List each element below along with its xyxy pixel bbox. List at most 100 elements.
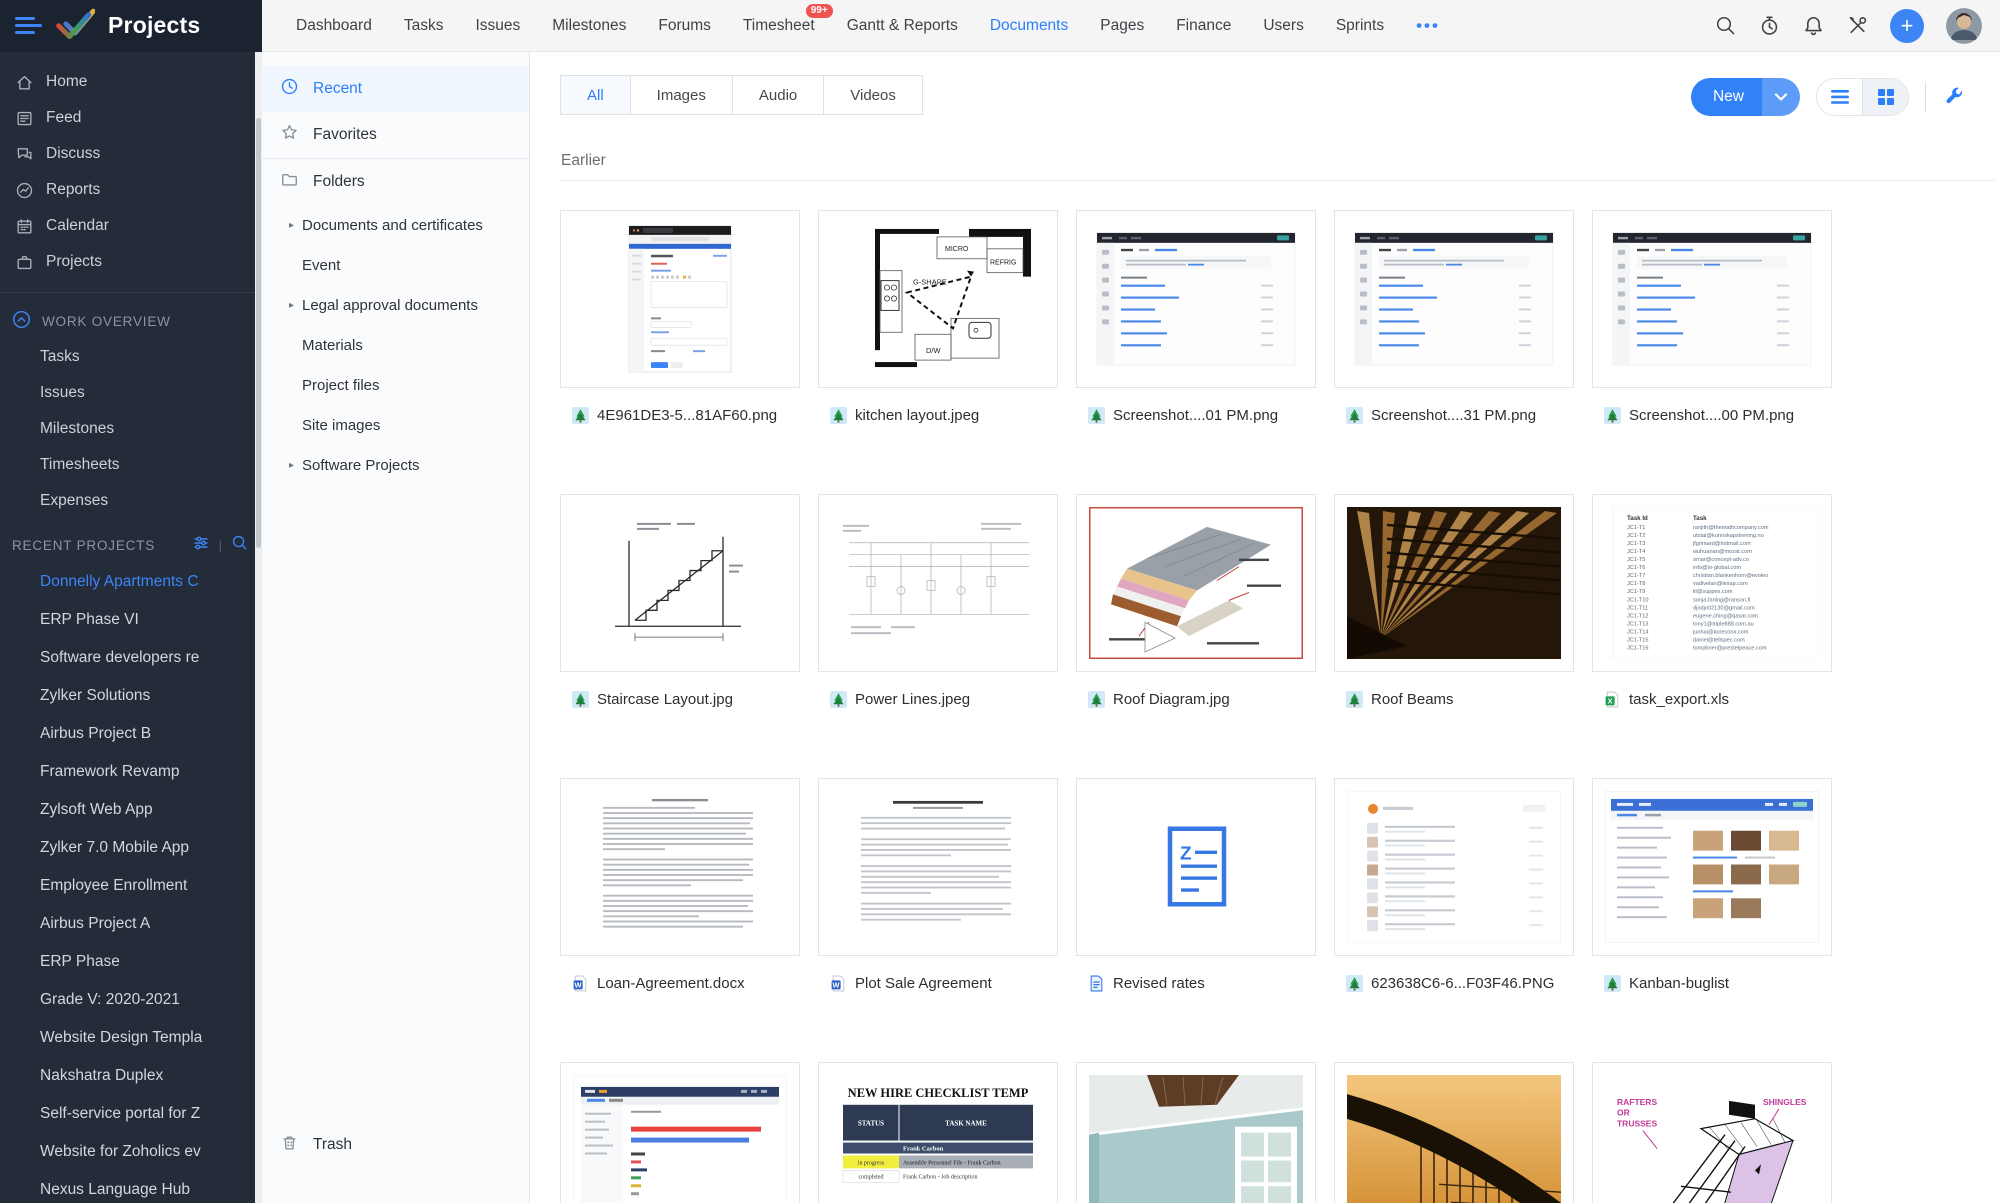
file-thumbnail[interactable] <box>560 1062 800 1203</box>
subfolder-documents-and-certificates[interactable]: ▸ Documents and certificates <box>262 205 529 245</box>
file-card[interactable]: 4E961DE3-5...81AF60.png <box>560 210 800 426</box>
sidebar-item-tasks[interactable]: Tasks <box>0 339 262 375</box>
file-name[interactable]: Screenshot....31 PM.png <box>1371 407 1536 424</box>
file-card[interactable]: Staircase Layout.jpg <box>560 494 800 710</box>
file-thumbnail[interactable] <box>818 494 1058 672</box>
add-new-button[interactable]: + <box>1890 8 1924 43</box>
tab-all[interactable]: All <box>560 75 631 115</box>
nav-more-icon[interactable]: ••• <box>1416 16 1440 36</box>
nav-item-issues[interactable]: Issues <box>475 17 520 35</box>
folders-root-item[interactable]: Folders <box>262 159 529 205</box>
nav-item-forums[interactable]: Forums <box>658 17 711 35</box>
file-name[interactable]: Revised rates <box>1113 975 1205 992</box>
timer-icon[interactable] <box>1758 15 1780 37</box>
sidebar-item-calendar[interactable]: Calendar <box>0 208 262 244</box>
subfolder-software-projects[interactable]: ▸ Software Projects <box>262 445 529 485</box>
nav-item-milestones[interactable]: Milestones <box>552 17 626 35</box>
project-item-framework-revamp[interactable]: Framework Revamp <box>0 753 258 791</box>
filter-sliders-icon[interactable] <box>192 534 210 557</box>
file-name[interactable]: 4E961DE3-5...81AF60.png <box>597 407 777 424</box>
file-name[interactable]: Staircase Layout.jpg <box>597 691 733 708</box>
nav-item-pages[interactable]: Pages <box>1100 17 1144 35</box>
file-thumbnail[interactable] <box>818 778 1058 956</box>
scrollbar-thumb[interactable] <box>256 118 261 548</box>
file-thumbnail[interactable]: Z <box>1076 778 1316 956</box>
sidebar-item-projects[interactable]: Projects <box>0 244 262 280</box>
file-card[interactable]: 623638C6-6...F03F46.PNG <box>1334 778 1574 994</box>
file-thumbnail[interactable]: Task Id Task JC1-T1 ranjith@themathcompany.… <box>1592 494 1832 672</box>
user-avatar[interactable] <box>1946 7 1982 44</box>
subfolder-project-files[interactable]: Project files <box>262 365 529 405</box>
file-name[interactable]: 623638C6-6...F03F46.PNG <box>1371 975 1554 992</box>
file-name[interactable]: Power Lines.jpeg <box>855 691 970 708</box>
file-thumbnail[interactable] <box>1334 1062 1574 1203</box>
project-item-donnelly-apartments-c[interactable]: Donnelly Apartments C <box>0 563 258 601</box>
tab-videos[interactable]: Videos <box>824 75 923 115</box>
grid-view-button[interactable] <box>1863 79 1908 115</box>
subfolder-site-images[interactable]: Site images <box>262 405 529 445</box>
nav-item-timesheet[interactable]: Timesheet 99+ <box>743 3 833 35</box>
project-item-zylker-solutions[interactable]: Zylker Solutions <box>0 677 258 715</box>
file-thumbnail[interactable] <box>1076 494 1316 672</box>
file-name[interactable]: Screenshot....00 PM.png <box>1629 407 1794 424</box>
project-item-nexus-language-hub[interactable]: Nexus Language Hub <box>0 1171 258 1203</box>
project-item-airbus-project-a[interactable]: Airbus Project A <box>0 905 258 943</box>
recent-filter-item[interactable]: Recent <box>262 66 529 112</box>
file-card[interactable]: Roof Beams <box>1334 494 1574 710</box>
subfolder-legal-approval-documents[interactable]: ▸ Legal approval documents <box>262 285 529 325</box>
file-thumbnail[interactable] <box>1592 210 1832 388</box>
sidebar-item-discuss[interactable]: Discuss <box>0 136 262 172</box>
work-overview-header[interactable]: WORK OVERVIEW <box>0 303 262 339</box>
project-item-website-for-zoholics-ev[interactable]: Website for Zoholics ev <box>0 1133 258 1171</box>
file-name[interactable]: task_export.xls <box>1629 691 1729 708</box>
sidebar-item-timesheets[interactable]: Timesheets <box>0 447 262 483</box>
expand-arrow-icon[interactable]: ▸ <box>289 460 294 471</box>
project-item-zylsoft-web-app[interactable]: Zylsoft Web App <box>0 791 258 829</box>
file-card[interactable]: Screenshot....01 PM.png <box>1076 210 1316 426</box>
file-thumbnail[interactable] <box>1334 778 1574 956</box>
expand-arrow-icon[interactable]: ▸ <box>289 300 294 311</box>
tab-images[interactable]: Images <box>630 75 733 115</box>
nav-item-tasks[interactable]: Tasks <box>404 17 444 35</box>
search-icon[interactable] <box>1714 15 1736 37</box>
nav-item-gantt-reports[interactable]: Gantt & Reports <box>847 17 958 35</box>
tools-icon[interactable] <box>1846 15 1868 37</box>
project-item-software-developers-re[interactable]: Software developers re <box>0 639 258 677</box>
file-thumbnail[interactable]: NEW HIRE CHECKLIST TEMP STATUS TASK NAME Fr… <box>818 1062 1058 1203</box>
new-button[interactable]: New <box>1690 78 1800 116</box>
file-card[interactable] <box>1334 1062 1574 1203</box>
file-card[interactable]: Power Lines.jpeg <box>818 494 1058 710</box>
file-name[interactable]: Screenshot....01 PM.png <box>1113 407 1278 424</box>
trash-item[interactable]: Trash <box>262 1122 529 1168</box>
file-card[interactable]: Z Revised rates <box>1076 778 1316 994</box>
project-item-self-service-portal-for-z[interactable]: Self-service portal for Z <box>0 1095 258 1133</box>
file-card[interactable]: Roof Diagram.jpg <box>1076 494 1316 710</box>
project-item-employee-enrollment[interactable]: Employee Enrollment <box>0 867 258 905</box>
file-name[interactable]: Loan-Agreement.docx <box>597 975 745 992</box>
file-thumbnail[interactable] <box>560 778 800 956</box>
subfolder-materials[interactable]: Materials <box>262 325 529 365</box>
file-card[interactable]: Kanban-buglist <box>1592 778 1832 994</box>
file-thumbnail[interactable]: RAFTERS OR TRUSSES SHINGLES <box>1592 1062 1832 1203</box>
file-name[interactable]: kitchen layout.jpeg <box>855 407 979 424</box>
sidebar-item-milestones[interactable]: Milestones <box>0 411 262 447</box>
file-thumbnail[interactable] <box>1334 494 1574 672</box>
file-card[interactable]: Screenshot....00 PM.png <box>1592 210 1832 426</box>
file-thumbnail[interactable]: MICRO REFRIG G-SHAPE D/W <box>818 210 1058 388</box>
nav-item-sprints[interactable]: Sprints <box>1336 17 1384 35</box>
file-thumbnail[interactable] <box>1076 210 1316 388</box>
project-item-airbus-project-b[interactable]: Airbus Project B <box>0 715 258 753</box>
new-button-label[interactable]: New <box>1690 78 1762 116</box>
file-card[interactable]: RAFTERS OR TRUSSES SHINGLES <box>1592 1062 1832 1203</box>
nav-item-documents[interactable]: Documents <box>990 17 1068 35</box>
project-item-zylker-7-0-mobile-app[interactable]: Zylker 7.0 Mobile App <box>0 829 258 867</box>
sidebar-scrollbar[interactable] <box>255 52 262 1203</box>
project-item-nakshatra-duplex[interactable]: Nakshatra Duplex <box>0 1057 258 1095</box>
sidebar-item-reports[interactable]: Reports <box>0 172 262 208</box>
file-card[interactable]: NEW HIRE CHECKLIST TEMP STATUS TASK NAME Fr… <box>818 1062 1058 1203</box>
nav-item-finance[interactable]: Finance <box>1176 17 1231 35</box>
nav-item-users[interactable]: Users <box>1263 17 1303 35</box>
settings-wrench-icon[interactable] <box>1942 84 1968 110</box>
file-thumbnail[interactable] <box>1592 778 1832 956</box>
favorites-filter-item[interactable]: Favorites <box>262 112 529 158</box>
